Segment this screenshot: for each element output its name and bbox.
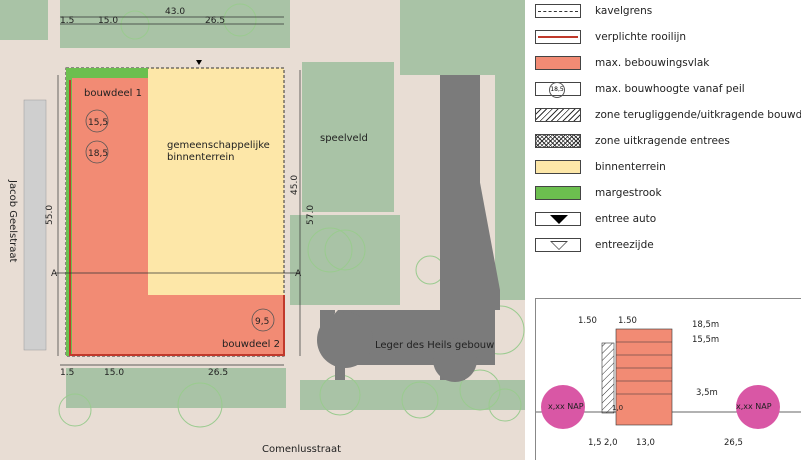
rooilijn-line-icon	[535, 30, 581, 44]
kavelgrens-line-icon	[535, 4, 581, 18]
legend-label: margestrook	[595, 187, 662, 199]
legend-item: kavelgrens	[535, 2, 652, 20]
dim-label: 1.5	[60, 16, 74, 26]
legend-item: entree auto	[535, 210, 656, 228]
legend-item: verplichte rooilijn	[535, 28, 686, 46]
height-value: 15,5	[88, 118, 108, 128]
green-area	[290, 215, 400, 305]
legend-label: entreezijde	[595, 239, 654, 251]
legend-label: entree auto	[595, 213, 657, 225]
section-dim: 2,0	[604, 438, 618, 448]
bouwdeel2-label: bouwdeel 2	[222, 339, 280, 350]
section-dim: 13,0	[636, 438, 655, 448]
legend-label: verplichte rooilijn	[595, 31, 687, 43]
nap-label: x,xx NAP	[548, 402, 584, 411]
section-building	[615, 328, 673, 426]
legend-item: zone terugliggende/uitkragende bouwdelen	[535, 106, 801, 124]
hatch-icon	[535, 108, 581, 122]
legend-item: max. bebouwingsvlak	[535, 54, 709, 72]
dim-label: 43.0	[165, 7, 185, 17]
legend-label: max. bebouwingsvlak	[595, 57, 710, 69]
legend-label: binnenterrein	[595, 161, 666, 173]
legend-item: entreezijde	[535, 236, 654, 254]
height-value: 18,5	[88, 149, 108, 159]
height-value: 9,5	[255, 317, 269, 327]
map-stage: { "colors": { "bebouwingsvlak": "#f28b74…	[0, 0, 801, 460]
map-svg: bouwdeel 1 bouwdeel 2 15,5 18,5 9,5 geme…	[0, 0, 525, 460]
section-svg: 1.50 1.50 18,5m 15,5m 3,5m 1,0 x,xx NAP …	[536, 316, 801, 448]
parking-stalls	[23, 99, 47, 351]
leger-label: Leger des Heils gebouw	[375, 340, 494, 351]
speelveld-label: speelveld	[320, 133, 368, 144]
section-marker: A	[295, 269, 302, 279]
margestrook-fill-icon	[535, 186, 581, 200]
height-circle-icon: 18,5	[535, 82, 581, 98]
legend-label: kavelgrens	[595, 5, 653, 17]
binnenterrein-fill-icon	[535, 160, 581, 174]
legend-label: zone uitkragende entrees	[595, 135, 730, 147]
street-west-label: Jacob Geelstraat	[7, 179, 18, 263]
section-height: 18,5m	[692, 320, 719, 330]
filled-triangle-icon	[535, 212, 581, 226]
legend-item: margestrook	[535, 184, 662, 202]
green-area	[495, 0, 525, 300]
section-dim: 1.50	[578, 316, 597, 326]
legend-item: 18,5 max. bouwhoogte vanaf peil	[535, 80, 745, 98]
section-drawing: 1.50 1.50 18,5m 15,5m 3,5m 1,0 x,xx NAP …	[535, 298, 801, 460]
section-marker: A	[51, 269, 58, 279]
legend-label: zone terugliggende/uitkragende bouwdelen	[595, 109, 801, 121]
outline-triangle-icon	[535, 238, 581, 252]
bebouwingsvlak-fill-icon	[535, 56, 581, 70]
green-area	[66, 368, 286, 408]
street-south-label: Comenlusstraat	[262, 444, 341, 455]
section-dim: 1,5	[588, 438, 602, 448]
section-dim: 26,5	[724, 438, 743, 448]
nap-label: x,xx NAP	[736, 402, 772, 411]
green-area	[0, 0, 48, 40]
legend-label: max. bouwhoogte vanaf peil	[595, 83, 745, 95]
section-height: 15,5m	[692, 335, 719, 345]
dim-label: 15.0	[98, 16, 118, 26]
legend: kavelgrens verplichte rooilijn max. bebouw…	[525, 0, 801, 292]
section-floor: 1,0	[612, 404, 623, 412]
dim-label: 15.0	[104, 368, 124, 378]
dim-label: 1.5	[60, 368, 74, 378]
bouwdeel1-label: bouwdeel 1	[84, 88, 142, 99]
section-dim: 1.50	[618, 316, 637, 326]
dim-label: 55.0	[45, 205, 55, 225]
dim-label: 26.5	[205, 16, 225, 26]
legend-item: zone uitkragende entrees	[535, 132, 730, 150]
section-height: 3,5m	[696, 388, 718, 398]
dim-label: 57.0	[306, 205, 316, 225]
green-area	[300, 380, 525, 410]
dim-label: 26.5	[208, 368, 228, 378]
dim-label: 45.0	[290, 175, 300, 195]
legend-item: binnenterrein	[535, 158, 666, 176]
crosshatch-icon	[535, 134, 581, 148]
